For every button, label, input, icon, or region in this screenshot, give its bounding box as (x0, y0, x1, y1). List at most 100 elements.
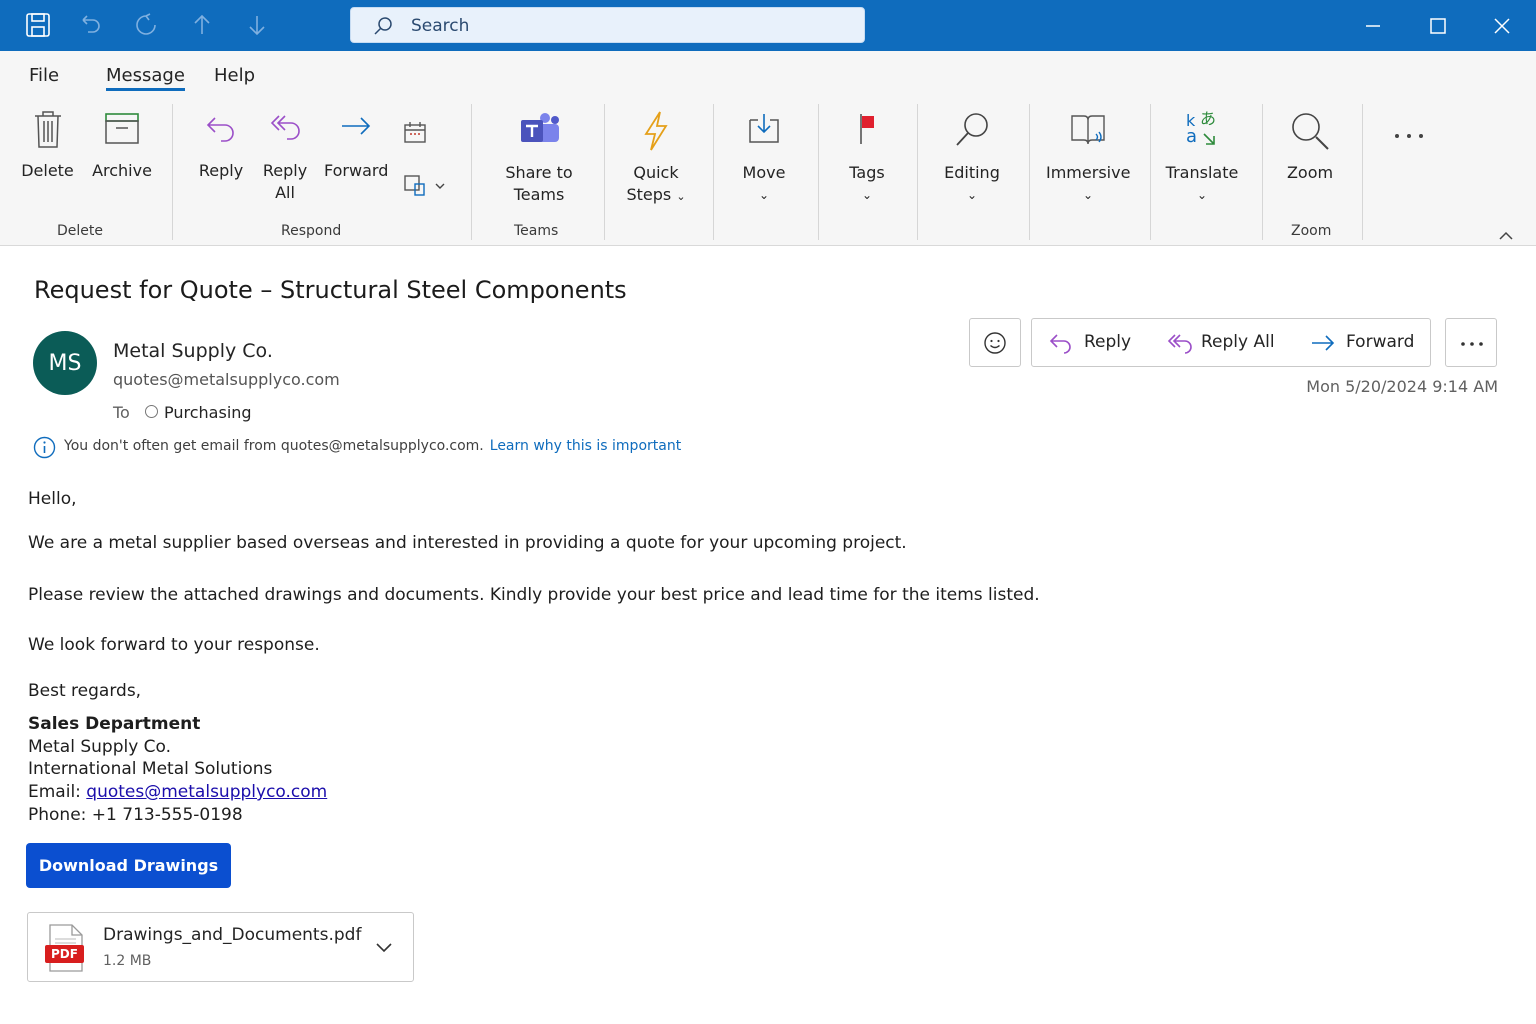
signature-company: Metal Supply Co. (28, 737, 172, 757)
down-arrow-icon[interactable] (244, 12, 270, 38)
info-icon (33, 436, 56, 459)
meeting-icon[interactable] (402, 120, 428, 146)
body-paragraph: We are a metal supplier based overseas a… (28, 533, 907, 553)
ribbon-divider (1150, 104, 1151, 240)
undo-icon[interactable] (78, 12, 104, 38)
signature-email-link[interactable]: quotes@metalsupplyco.com (86, 782, 327, 802)
share-to-teams-button[interactable]: Share to Teams (497, 110, 581, 206)
move-icon (749, 114, 779, 143)
ribbon-divider (1029, 104, 1030, 240)
editing-button[interactable]: Editing ⌄ (938, 110, 1006, 206)
zoom-button[interactable]: Zoom (1282, 110, 1338, 184)
sender-email: quotes@metalsupplyco.com (113, 370, 340, 389)
group-label-delete: Delete (57, 223, 103, 239)
chevron-down-icon: ⌄ (758, 188, 770, 202)
translate-button[interactable]: kあa Translate ⌄ (1164, 106, 1240, 206)
ribbon-divider (713, 104, 714, 240)
body-closing: Best regards, (28, 681, 142, 701)
minimize-icon[interactable] (1358, 12, 1388, 40)
ribbon-divider (1262, 104, 1263, 240)
signature-phone: Phone: +1 713-555-0198 (28, 805, 243, 825)
ribbon: Delete Archive Delete Reply Reply All Fo… (0, 96, 1536, 246)
attachment-card[interactable]: PDF Drawings_and_Documents.pdf 1.2 MB (27, 912, 414, 982)
to-label: To (113, 403, 130, 422)
zoom-icon (1292, 113, 1329, 150)
svg-text:a: a (1186, 126, 1197, 147)
more-actions-button[interactable] (1445, 318, 1497, 367)
archive-button[interactable]: Archive (90, 110, 154, 182)
signature-email: Email: quotes@metalsupplyco.com (28, 782, 328, 802)
signature-organization: International Metal Solutions (28, 759, 273, 779)
ribbon-divider (172, 104, 173, 240)
react-button[interactable] (969, 318, 1021, 367)
search-icon (374, 17, 392, 35)
reply-icon (1049, 334, 1071, 354)
redo-icon[interactable] (133, 12, 159, 38)
message-subject: Request for Quote – Structural Steel Com… (34, 276, 627, 304)
find-icon (956, 113, 988, 146)
learn-why-link[interactable]: Learn why this is important (490, 438, 681, 454)
reply-all-button[interactable]: Reply All (260, 110, 310, 204)
move-button[interactable]: Move ⌄ (734, 110, 794, 206)
svg-text:あ: あ (1200, 109, 1216, 128)
reply-all-icon (270, 115, 300, 140)
lightning-icon (644, 111, 668, 151)
forward-icon (342, 117, 371, 135)
ribbon-divider (1362, 104, 1363, 240)
ribbon-divider (604, 104, 605, 240)
presence-icon (145, 405, 158, 418)
body-greeting: Hello, (28, 489, 77, 509)
delete-button[interactable]: Delete (20, 110, 75, 182)
search-input[interactable]: Search (350, 7, 865, 43)
archive-icon (105, 113, 139, 144)
reply-action-button[interactable]: Reply (1031, 318, 1151, 367)
chevron-down-icon[interactable] (433, 180, 447, 192)
search-placeholder: Search (411, 16, 470, 36)
menu-help[interactable]: Help (214, 65, 255, 86)
message-date: Mon 5/20/2024 9:14 AM (1306, 377, 1498, 396)
chevron-down-icon: ⌄ (1082, 188, 1094, 202)
more-options-icon[interactable] (1392, 130, 1426, 142)
signature-department: Sales Department (28, 714, 201, 734)
im-reply-icon[interactable] (402, 172, 428, 198)
ribbon-divider (917, 104, 918, 240)
chevron-down-icon: ⌄ (861, 188, 873, 202)
forward-button[interactable]: Forward (324, 110, 388, 182)
menu-bar: File Message Help (0, 51, 1536, 97)
avatar[interactable]: MS (33, 331, 97, 395)
body-paragraph: Please review the attached drawings and … (28, 585, 1040, 605)
close-icon[interactable] (1487, 12, 1517, 40)
body-paragraph: We look forward to your response. (28, 635, 320, 655)
title-bar: Search (0, 0, 1536, 51)
chevron-down-icon: ⌄ (1196, 188, 1208, 202)
flag-icon (860, 114, 874, 144)
emoji-icon (984, 332, 1006, 354)
reply-button[interactable]: Reply (196, 110, 246, 182)
up-arrow-icon[interactable] (189, 12, 215, 38)
maximize-icon[interactable] (1423, 12, 1453, 40)
attachment-name: Drawings_and_Documents.pdf (103, 925, 362, 945)
recipient[interactable]: Purchasing (164, 403, 252, 422)
forward-action-button[interactable]: Forward (1294, 318, 1431, 367)
teams-icon (521, 113, 559, 142)
pdf-badge: PDF (45, 945, 84, 963)
download-drawings-button[interactable]: Download Drawings (26, 843, 231, 888)
menu-file[interactable]: File (29, 65, 59, 86)
forward-icon (1312, 335, 1335, 351)
reply-icon (206, 117, 234, 142)
sender-name[interactable]: Metal Supply Co. (113, 340, 273, 362)
chevron-down-icon[interactable] (374, 939, 394, 955)
chevron-down-icon: ⌄ (676, 190, 686, 203)
menu-message[interactable]: Message (106, 65, 185, 91)
ribbon-divider (471, 104, 472, 240)
quick-steps-button[interactable]: Quick Steps ⌄ (620, 110, 692, 208)
tags-button[interactable]: Tags ⌄ (840, 110, 894, 206)
reply-all-action-button[interactable]: Reply All (1150, 318, 1295, 367)
save-icon[interactable] (25, 12, 51, 38)
group-label-respond: Respond (281, 223, 342, 239)
collapse-ribbon-icon[interactable] (1497, 230, 1515, 242)
more-icon (1461, 342, 1483, 346)
immersive-reader-button[interactable]: Immersive ⌄ (1046, 110, 1130, 206)
attachment-size: 1.2 MB (103, 953, 152, 969)
trash-icon (34, 111, 61, 148)
